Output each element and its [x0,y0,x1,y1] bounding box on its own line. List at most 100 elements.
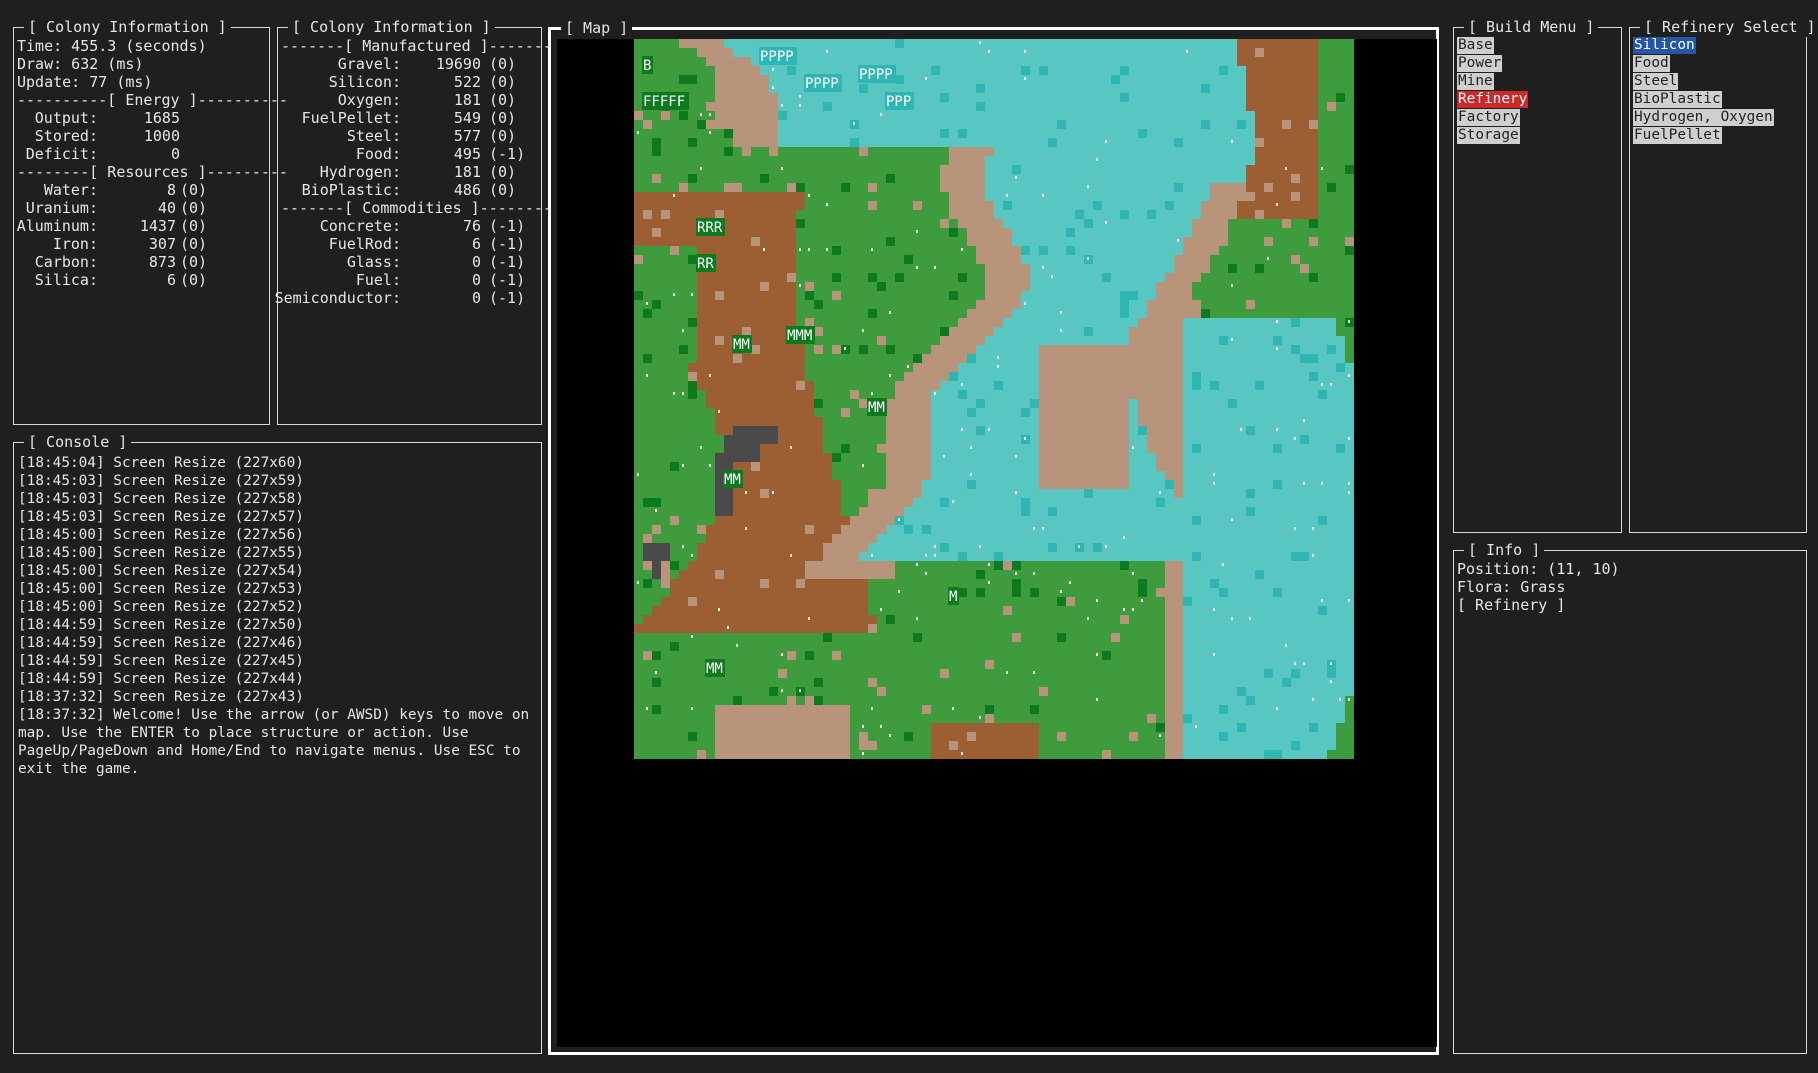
map-tile-sand[interactable] [1039,381,1048,390]
map-tile-water[interactable] [967,453,976,462]
map-tile-dirt[interactable] [832,498,841,507]
map-tile-grass[interactable] [643,417,652,426]
map-tile-dirt[interactable] [778,444,787,453]
map-tile-sand[interactable] [1219,201,1228,210]
map-tile-grass[interactable] [850,399,859,408]
map-tile-water[interactable] [994,93,1003,102]
map-tile-water[interactable] [868,57,877,66]
map-tile-water[interactable] [1219,93,1228,102]
map-tile-dirt[interactable] [1246,84,1255,93]
map-tile-grass[interactable] [1345,228,1354,237]
map-tile-sand[interactable] [976,156,985,165]
map-tile-dirt[interactable] [1291,93,1300,102]
map-tile-dirt[interactable] [1300,192,1309,201]
map-tile-water[interactable] [1174,84,1183,93]
map-tile-dirt[interactable] [1264,147,1273,156]
map-tile-water[interactable] [1021,129,1030,138]
map-tile-water[interactable] [949,129,958,138]
map-tile-water[interactable] [1075,525,1084,534]
map-tile-sand[interactable] [715,66,724,75]
map-tile-water[interactable] [1039,84,1048,93]
map-tile-grass[interactable] [877,183,886,192]
map-tile-grass[interactable] [895,219,904,228]
map-tile-sand[interactable] [967,219,976,228]
map-tile-water[interactable] [1201,561,1210,570]
map-tile-water[interactable] [949,534,958,543]
map-tile-grass[interactable] [886,381,895,390]
map-tile-water[interactable] [1210,435,1219,444]
map-tile-water[interactable] [994,48,1003,57]
map-tile-dirt[interactable] [742,219,751,228]
map-tile-water[interactable] [994,498,1003,507]
map-tile-grass[interactable] [1138,561,1147,570]
map-tile-water[interactable] [1237,84,1246,93]
map-tile-water[interactable] [1318,345,1327,354]
map-tile-water[interactable] [1093,498,1102,507]
map-tile-dirt[interactable] [814,525,823,534]
map-tile-grass[interactable] [634,354,643,363]
map-tile-grass[interactable] [1336,309,1345,318]
map-tile-sand[interactable] [1147,435,1156,444]
map-tile-sand[interactable] [1066,453,1075,462]
map-tile-water[interactable] [1138,300,1147,309]
map-tile-water[interactable] [1111,156,1120,165]
map-tile-grass[interactable] [688,534,697,543]
map-tile-water[interactable] [931,84,940,93]
map-tile-water[interactable] [1066,309,1075,318]
map-tile-water[interactable] [976,138,985,147]
map-tile-dirt[interactable] [778,255,787,264]
map-tile-sand[interactable] [976,336,985,345]
map-tile-dirt[interactable] [1291,84,1300,93]
map-tile-sand[interactable] [1075,480,1084,489]
map-tile-sand[interactable] [715,102,724,111]
map-tile-sand[interactable] [1201,255,1210,264]
map-tile-grass[interactable] [1237,300,1246,309]
map-tile-water[interactable] [814,66,823,75]
map-tile-grass[interactable] [868,309,877,318]
map-tile-sand[interactable] [823,543,832,552]
map-tile-water[interactable] [1093,552,1102,561]
map-tile-grass[interactable] [1345,174,1354,183]
map-tile-sand[interactable] [1156,354,1165,363]
map-tile-grass[interactable] [868,147,877,156]
map-tile-water[interactable] [1201,498,1210,507]
map-tile-grass[interactable] [1192,291,1201,300]
map-tile-grass[interactable] [1309,255,1318,264]
map-tile-water[interactable] [1309,336,1318,345]
map-tile-grass[interactable] [814,183,823,192]
map-tile-sand[interactable] [841,552,850,561]
map-tile-water[interactable] [1246,327,1255,336]
map-tile-water[interactable] [1102,111,1111,120]
map-tile-sand[interactable] [1066,363,1075,372]
map-tile-sand[interactable] [841,534,850,543]
map-tile-water[interactable] [796,129,805,138]
map-tile-grass[interactable] [679,435,688,444]
map-tile-grass[interactable] [859,246,868,255]
map-tile-grass[interactable] [1345,309,1354,318]
map-tile-grass[interactable] [949,264,958,273]
map-tile-grass[interactable] [697,426,706,435]
map-tile-sand[interactable] [904,480,913,489]
map-tile-grass[interactable] [886,147,895,156]
map-tile-grass[interactable] [643,336,652,345]
map-tile-grass[interactable] [679,282,688,291]
map-tile-water[interactable] [1066,291,1075,300]
map-tile-water[interactable] [1336,444,1345,453]
map-tile-water[interactable] [1327,516,1336,525]
map-tile-sand[interactable] [994,264,1003,273]
map-tile-water[interactable] [1075,93,1084,102]
map-tile-dirt[interactable] [814,516,823,525]
map-tile-grass[interactable] [1228,300,1237,309]
map-tile-water[interactable] [1003,525,1012,534]
map-tile-dirt[interactable] [715,237,724,246]
map-tile-sand[interactable] [1003,273,1012,282]
map-tile-grass[interactable] [796,291,805,300]
map-tile-grass[interactable] [679,291,688,300]
map-tile-grass[interactable] [832,426,841,435]
map-tile-dirt[interactable] [688,201,697,210]
map-tile-sand[interactable] [1039,390,1048,399]
map-tile-grass[interactable] [661,498,670,507]
map-tile-grass[interactable] [805,264,814,273]
map-tile-water[interactable] [1129,120,1138,129]
map-tile-grass[interactable] [1228,264,1237,273]
